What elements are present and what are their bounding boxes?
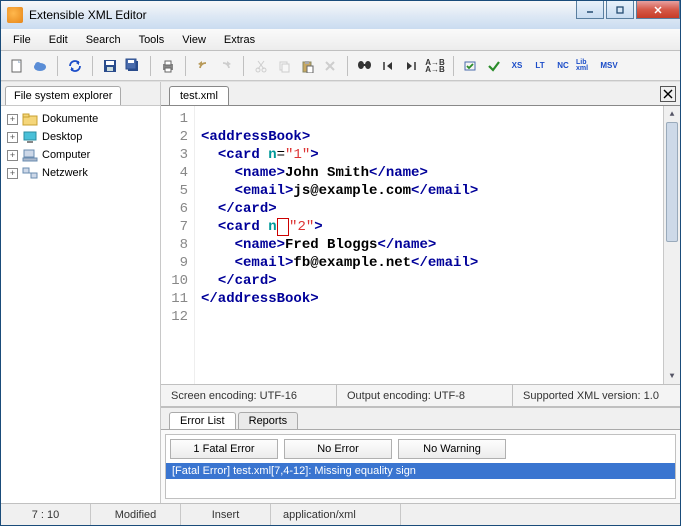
tree-label: Dokumente xyxy=(42,113,98,125)
code-editor[interactable]: 123456789101112 <addressBook> <card n="1… xyxy=(161,106,680,385)
tree-node-dokumente[interactable]: + Dokumente xyxy=(5,110,156,128)
scroll-down-icon[interactable]: ▼ xyxy=(664,368,680,384)
sidebar: File system explorer + Dokumente + Deskt… xyxy=(1,82,161,503)
expand-icon[interactable]: + xyxy=(7,114,18,125)
expand-icon[interactable]: + xyxy=(7,168,18,179)
tab-testxml[interactable]: test.xml xyxy=(169,86,229,105)
xml-version: Supported XML version: 1.0 xyxy=(513,385,680,406)
statusbar: 7 : 10 Modified Insert application/xml xyxy=(1,503,680,525)
status-insert: Insert xyxy=(181,504,271,525)
screen-encoding: Screen encoding: UTF-16 xyxy=(161,385,337,406)
tree-node-desktop[interactable]: + Desktop xyxy=(5,128,156,146)
find-icon[interactable] xyxy=(355,56,375,76)
expand-icon[interactable]: + xyxy=(7,132,18,143)
replace-icon[interactable]: A→BA→B xyxy=(424,56,446,76)
sidebar-tab-explorer[interactable]: File system explorer xyxy=(5,86,121,105)
app-window: Extensible XML Editor File Edit Search T… xyxy=(0,0,681,526)
toolbar: A→BA→B XS LT NC Lib xml MSV xyxy=(1,51,680,81)
editor-tabs: test.xml xyxy=(161,82,680,106)
error-panel: Error List Reports 1 Fatal Error No Erro… xyxy=(161,407,680,503)
computer-icon xyxy=(22,148,38,162)
file-tree[interactable]: + Dokumente + Desktop + Computer + xyxy=(1,106,160,503)
save-all-icon[interactable] xyxy=(123,56,143,76)
close-tab-icon[interactable] xyxy=(660,86,676,102)
tree-label: Desktop xyxy=(42,131,82,143)
close-button[interactable] xyxy=(636,1,680,19)
error-item[interactable]: [Fatal Error] test.xml[7,4-12]: Missing … xyxy=(166,463,675,479)
titlebar[interactable]: Extensible XML Editor xyxy=(1,1,680,29)
maximize-button[interactable] xyxy=(606,1,634,19)
tab-error-list[interactable]: Error List xyxy=(169,412,236,429)
status-spacer xyxy=(401,504,680,525)
no-warning-button[interactable]: No Warning xyxy=(398,439,506,459)
fatal-error-button[interactable]: 1 Fatal Error xyxy=(170,439,278,459)
open-cloud-icon[interactable] xyxy=(30,56,50,76)
check-icon[interactable] xyxy=(484,56,504,76)
tree-label: Computer xyxy=(42,149,90,161)
code-area[interactable]: <addressBook> <card n="1"> <name>John Sm… xyxy=(195,106,663,384)
expand-icon[interactable]: + xyxy=(7,150,18,161)
folder-icon xyxy=(22,112,38,126)
app-icon xyxy=(7,7,23,23)
menubar: File Edit Search Tools View Extras xyxy=(1,29,680,51)
undo-icon[interactable] xyxy=(193,56,213,76)
menu-search[interactable]: Search xyxy=(78,32,129,48)
print-icon[interactable] xyxy=(158,56,178,76)
line-gutter: 123456789101112 xyxy=(161,106,195,384)
validate-icon[interactable] xyxy=(461,56,481,76)
monitor-icon xyxy=(22,130,38,144)
refresh-icon[interactable] xyxy=(65,56,85,76)
status-mime: application/xml xyxy=(271,504,401,525)
network-icon xyxy=(22,166,38,180)
menu-tools[interactable]: Tools xyxy=(131,32,173,48)
error-list[interactable]: [Fatal Error] test.xml[7,4-12]: Missing … xyxy=(166,463,675,498)
lt-icon[interactable]: LT xyxy=(530,56,550,76)
menu-view[interactable]: View xyxy=(174,32,214,48)
delete-icon xyxy=(320,56,340,76)
paste-icon[interactable] xyxy=(297,56,317,76)
tab-reports[interactable]: Reports xyxy=(238,412,299,429)
encoding-bar: Screen encoding: UTF-16 Output encoding:… xyxy=(161,385,680,407)
vertical-scrollbar[interactable]: ▲ ▼ xyxy=(663,106,680,384)
find-next-icon[interactable] xyxy=(401,56,421,76)
tree-node-computer[interactable]: + Computer xyxy=(5,146,156,164)
nc-icon[interactable]: NC xyxy=(553,56,573,76)
tree-node-netzwerk[interactable]: + Netzwerk xyxy=(5,164,156,182)
menu-edit[interactable]: Edit xyxy=(41,32,76,48)
tree-label: Netzwerk xyxy=(42,167,88,179)
cut-icon xyxy=(251,56,271,76)
new-file-icon[interactable] xyxy=(7,56,27,76)
libxml-icon[interactable]: Lib xml xyxy=(576,56,596,76)
status-modified: Modified xyxy=(91,504,181,525)
minimize-button[interactable] xyxy=(576,1,604,19)
save-icon[interactable] xyxy=(100,56,120,76)
output-encoding: Output encoding: UTF-8 xyxy=(337,385,513,406)
scroll-thumb[interactable] xyxy=(666,122,678,242)
no-error-button[interactable]: No Error xyxy=(284,439,392,459)
find-prev-icon[interactable] xyxy=(378,56,398,76)
menu-extras[interactable]: Extras xyxy=(216,32,263,48)
status-position: 7 : 10 xyxy=(1,504,91,525)
copy-icon xyxy=(274,56,294,76)
menu-file[interactable]: File xyxy=(5,32,39,48)
scroll-up-icon[interactable]: ▲ xyxy=(664,106,680,122)
msv-icon[interactable]: MSV xyxy=(599,56,619,76)
xs-icon[interactable]: XS xyxy=(507,56,527,76)
redo-icon xyxy=(216,56,236,76)
window-title: Extensible XML Editor xyxy=(29,8,574,22)
